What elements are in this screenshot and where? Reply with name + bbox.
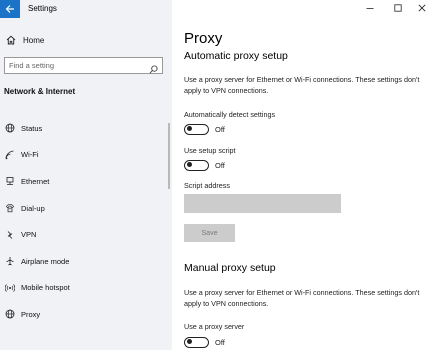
sidebar: Settings Home Network & Internet Status … [0, 0, 172, 350]
toggle-knob [187, 126, 192, 131]
sidebar-item-label: VPN [21, 230, 37, 240]
sidebar-nav: Status Wi-Fi Ethernet Dial-up VPN Airpla… [0, 115, 168, 328]
search-input[interactable] [9, 59, 149, 72]
toggle-knob [187, 339, 192, 344]
minimize-button[interactable] [356, 0, 384, 16]
vpn-icon [5, 230, 15, 240]
use-proxy-label: Use a proxy server [184, 322, 245, 331]
back-button[interactable] [0, 0, 20, 18]
manual-proxy-heading: Manual proxy setup [184, 262, 276, 274]
close-icon [418, 4, 426, 12]
minimize-icon [366, 8, 374, 9]
sidebar-item-label: Mobile hotspot [21, 283, 70, 293]
sidebar-item-label: Dial-up [21, 203, 45, 213]
auto-detect-label: Automatically detect settings [184, 110, 276, 119]
sidebar-item-wifi[interactable]: Wi-Fi [0, 142, 168, 169]
use-proxy-toggle[interactable] [184, 336, 209, 348]
maximize-icon [394, 4, 402, 12]
search-box [4, 57, 163, 74]
sidebar-item-label: Ethernet [21, 176, 50, 186]
auto-detect-toggle[interactable] [184, 123, 209, 135]
window-controls [172, 0, 428, 18]
sidebar-item-home[interactable]: Home [6, 33, 44, 47]
globe-icon [5, 123, 15, 133]
sidebar-item-airplane-mode[interactable]: Airplane mode [0, 248, 168, 275]
sidebar-item-ethernet[interactable]: Ethernet [0, 168, 168, 195]
section-title: Network & Internet [4, 87, 76, 96]
sidebar-item-vpn[interactable]: VPN [0, 221, 168, 248]
auto-detect-state: Off [215, 124, 225, 134]
sidebar-item-label: Status [21, 123, 43, 133]
wifi-icon [5, 150, 15, 160]
back-arrow-icon [5, 5, 14, 13]
dialup-icon [5, 203, 15, 213]
automatic-proxy-heading: Automatic proxy setup [184, 50, 288, 62]
sidebar-item-dialup[interactable]: Dial-up [0, 195, 168, 222]
home-icon [6, 35, 16, 45]
hotspot-icon [5, 283, 15, 293]
sidebar-item-mobile-hotspot[interactable]: Mobile hotspot [0, 275, 168, 302]
page-title: Proxy [184, 30, 223, 47]
script-address-label: Script address [184, 181, 230, 190]
use-proxy-state: Off [215, 337, 225, 347]
sidebar-scrollbar[interactable] [168, 123, 170, 189]
auto-detect-row: Off [184, 123, 225, 135]
sidebar-item-status[interactable]: Status [0, 115, 168, 142]
close-button[interactable] [408, 0, 428, 16]
automatic-proxy-description: Use a proxy server for Ethernet or Wi-Fi… [184, 75, 420, 95]
sidebar-item-label: Proxy [21, 309, 41, 319]
title-bar: Settings [0, 0, 172, 18]
globe-icon [5, 309, 15, 319]
sidebar-item-label: Wi-Fi [21, 150, 39, 160]
toggle-knob [187, 162, 192, 167]
save-button[interactable]: Save [184, 224, 235, 242]
use-proxy-row: Off [184, 336, 225, 348]
home-label: Home [23, 35, 45, 45]
ethernet-icon [5, 176, 15, 186]
search-icon[interactable] [149, 61, 158, 74]
app-title: Settings [28, 4, 57, 13]
manual-proxy-description: Use a proxy server for Ethernet or Wi-Fi… [184, 288, 420, 308]
setup-script-row: Off [184, 159, 225, 171]
setup-script-toggle[interactable] [184, 159, 209, 171]
sidebar-item-proxy[interactable]: Proxy [0, 301, 168, 328]
setup-script-label: Use setup script [184, 146, 236, 155]
script-address-input[interactable] [184, 194, 341, 213]
airplane-icon [5, 256, 15, 266]
setup-script-state: Off [215, 160, 225, 170]
sidebar-item-label: Airplane mode [21, 256, 70, 266]
